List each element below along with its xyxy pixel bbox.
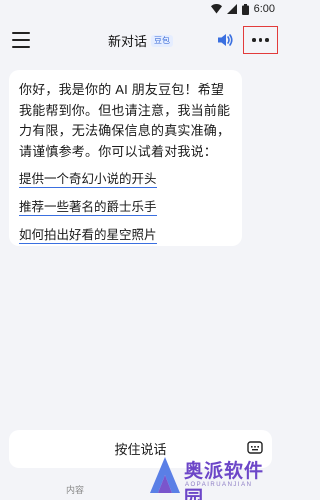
- status-time: 6:00: [253, 3, 275, 15]
- disclaimer-text: 内容: [66, 485, 85, 495]
- status-bar: 6:00: [0, 0, 281, 18]
- title-wrap: 新对话 豆包: [0, 31, 281, 50]
- watermark-logo: 奥派软件园 AOPAIRUANJIAN: [148, 452, 278, 500]
- wifi-icon: [210, 4, 222, 14]
- battery-icon: [241, 3, 249, 15]
- watermark-subtext: AOPAIRUANJIAN: [185, 482, 253, 488]
- suggestion-link[interactable]: 提供一个奇幻小说的开头: [19, 171, 157, 188]
- suggestion-list: 提供一个奇幻小说的开头 推荐一些著名的爵士乐手 如何拍出好看的星空照片: [19, 165, 232, 244]
- watermark-text: 奥派软件园: [184, 461, 265, 500]
- watermark-mark-icon: [150, 457, 180, 493]
- more-icon[interactable]: [243, 26, 278, 54]
- app-header: 新对话 豆包: [0, 22, 281, 60]
- greeting-text: 你好，我是你的 AI 朋友豆包！希望我能帮到你。但也请注意，我当前能力有限，无法…: [19, 82, 231, 159]
- suggestion-link[interactable]: 如何拍出好看的星空照片: [19, 227, 157, 244]
- signal-icon: [226, 4, 237, 14]
- suggestion-link[interactable]: 推荐一些著名的爵士乐手: [19, 199, 157, 216]
- page-title: 新对话: [107, 34, 147, 49]
- assistant-message: 你好，我是你的 AI 朋友豆包！希望我能帮到你。但也请注意，我当前能力有限，无法…: [9, 70, 242, 246]
- speaker-icon[interactable]: [216, 31, 234, 49]
- title-badge: 豆包: [151, 34, 173, 47]
